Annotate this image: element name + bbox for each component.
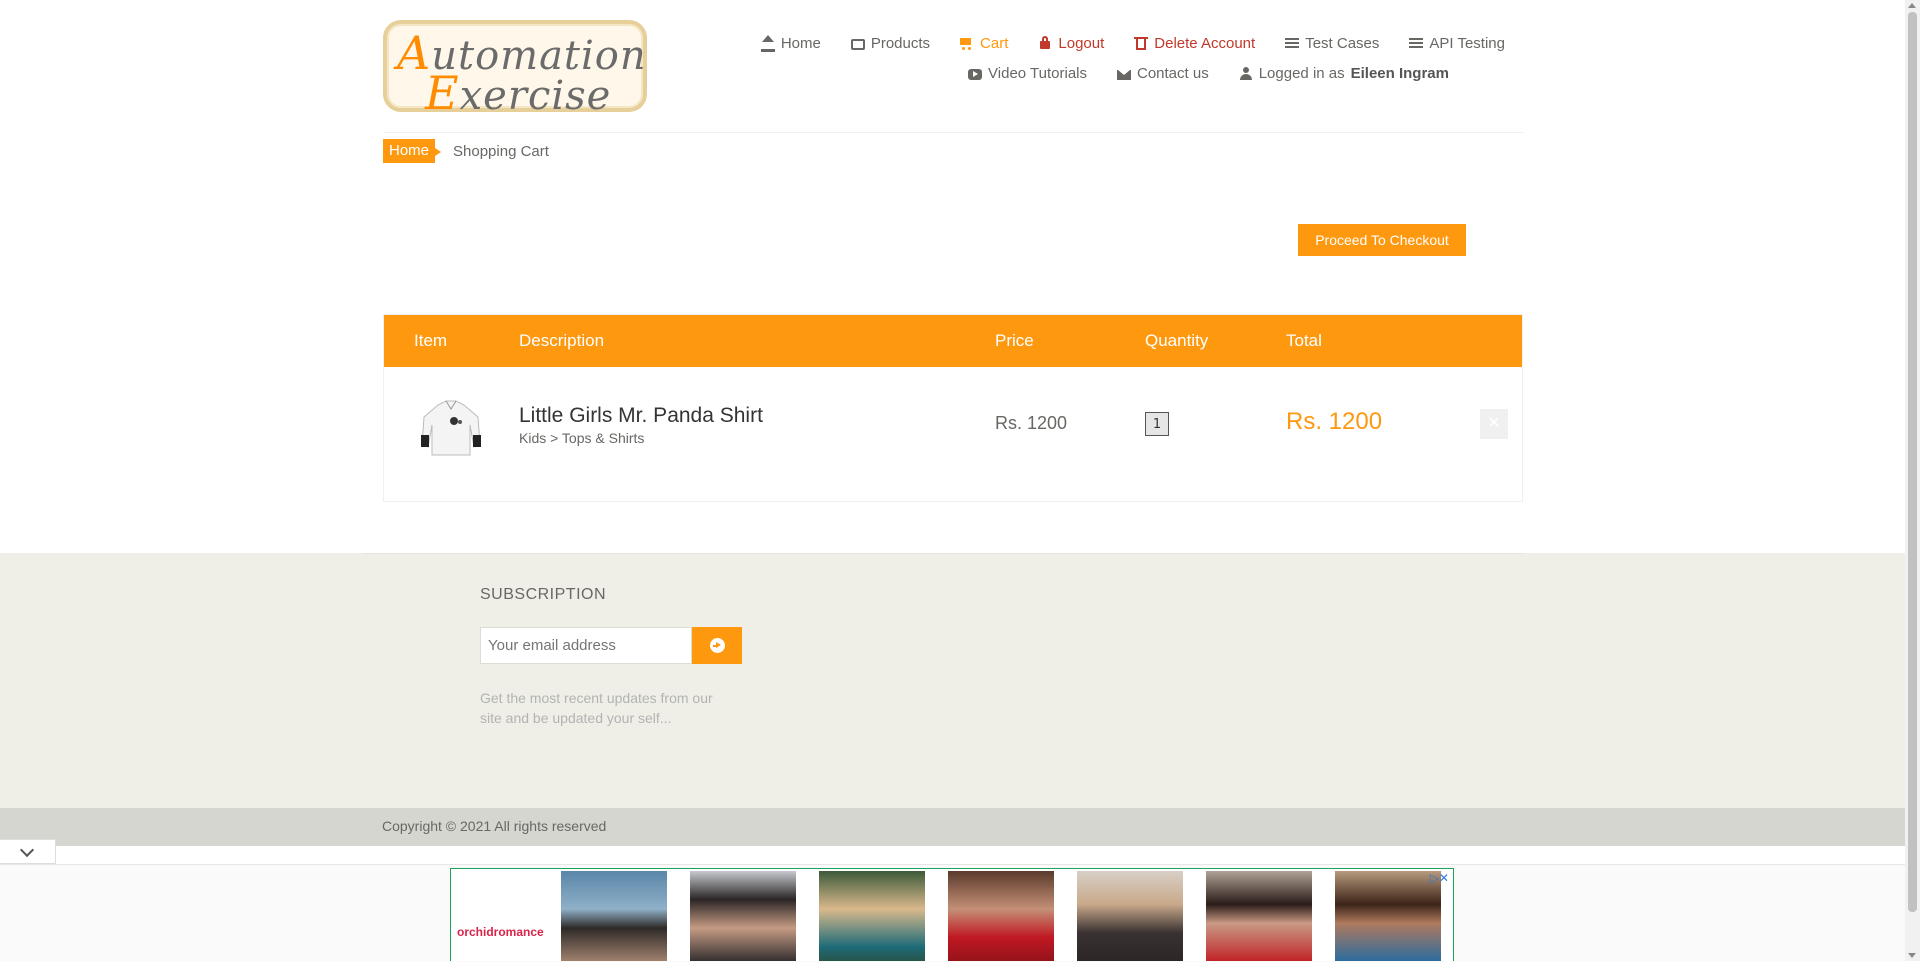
product-total: Rs. 1200	[1286, 408, 1383, 435]
envelope-icon	[1117, 69, 1131, 80]
subscription-email-input[interactable]	[480, 627, 692, 664]
section-divider	[363, 553, 1523, 554]
product-category: Kids > Tops & Shirts	[519, 430, 645, 446]
footer-bottom	[0, 808, 1905, 846]
lock-icon	[1038, 36, 1052, 50]
delete-item-button[interactable]: ✕	[1480, 409, 1508, 439]
box-icon	[850, 39, 865, 50]
nav-delete-account-label: Delete Account	[1154, 34, 1256, 52]
proceed-to-checkout-button[interactable]: Proceed To Checkout	[1298, 224, 1466, 256]
breadcrumb-current: Shopping Cart	[453, 142, 549, 160]
product-quantity: 1	[1145, 412, 1169, 436]
subscription-description: Get the most recent updates from our sit…	[480, 690, 713, 726]
breadcrumb: Home Shopping Cart	[383, 138, 1523, 164]
breadcrumb-home[interactable]: Home	[383, 139, 442, 163]
product-price: Rs. 1200	[995, 413, 1068, 433]
nav-test-cases-label: Test Cases	[1305, 34, 1380, 52]
ad-photo[interactable]	[1335, 871, 1441, 961]
nav-products-label: Products	[870, 34, 931, 52]
nav-cart[interactable]: Cart	[960, 35, 1008, 52]
nav-contact-us-label: Contact us	[1137, 64, 1209, 82]
scroll-down-icon[interactable]	[1908, 953, 1916, 958]
user-icon	[1239, 66, 1253, 80]
subscription-section	[0, 553, 1905, 808]
nav-row-1: Home Products Cart Logout Delete Account…	[705, 28, 1505, 58]
play-icon	[968, 68, 983, 80]
logo-text-2: xercise	[459, 73, 612, 119]
cart-table: Item Description Price Quantity Total Li…	[383, 314, 1523, 502]
main-nav: Home Products Cart Logout Delete Account…	[705, 28, 1505, 88]
nav-contact-us[interactable]: Contact us	[1117, 65, 1209, 82]
nav-home[interactable]: Home	[760, 34, 821, 52]
nav-delete-account[interactable]: Delete Account	[1134, 35, 1255, 52]
site-header: Automation Exercise Home Products Cart L…	[383, 0, 1523, 133]
cart-table-header: Item Description Price Quantity Total	[384, 315, 1522, 367]
cart-row: Little Girls Mr. Panda Shirt Kids > Tops…	[384, 367, 1522, 501]
nav-video-tutorials-label: Video Tutorials	[988, 64, 1087, 82]
nav-logout-label: Logout	[1058, 34, 1105, 52]
header-quantity: Quantity	[1145, 331, 1209, 350]
header-price: Price	[995, 331, 1034, 350]
nav-row-2: Video Tutorials Contact us Logged in as E…	[705, 58, 1505, 88]
header-total: Total	[1286, 331, 1322, 350]
list-icon	[1409, 36, 1424, 50]
copyright-text: Copyright © 2021 All rights reserved	[382, 818, 607, 834]
trash-icon	[1134, 36, 1149, 50]
ad-collapse-button[interactable]	[0, 839, 56, 864]
nav-video-tutorials[interactable]: Video Tutorials	[968, 65, 1087, 82]
nav-test-cases[interactable]: Test Cases	[1285, 35, 1379, 52]
ad-photo[interactable]	[690, 871, 796, 961]
site-logo[interactable]: Automation Exercise	[383, 20, 647, 120]
advertisement-banner[interactable]: orchidromance ▷✕	[450, 868, 1454, 961]
ad-photo[interactable]	[948, 871, 1054, 961]
logo-cap-e: E	[425, 66, 460, 120]
logged-in-username: Eileen Ingram	[1350, 64, 1449, 82]
product-image[interactable]	[416, 395, 486, 465]
nav-logged-in-user[interactable]: Logged in as Eileen Ingram	[1239, 65, 1449, 82]
ad-brand: orchidromance	[457, 925, 544, 939]
nav-products[interactable]: Products	[850, 34, 931, 52]
nav-logout[interactable]: Logout	[1038, 35, 1104, 52]
nav-cart-label: Cart	[980, 34, 1009, 52]
times-icon: ✕	[1487, 415, 1501, 432]
product-name[interactable]: Little Girls Mr. Panda Shirt	[519, 404, 763, 428]
home-icon	[760, 34, 775, 52]
scrollbar-thumb[interactable]	[1908, 12, 1917, 912]
scroll-up-icon[interactable]	[1908, 3, 1916, 8]
ad-photo[interactable]	[819, 871, 925, 961]
nav-api-testing-label: API Testing	[1429, 34, 1505, 52]
logged-in-prefix: Logged in as	[1258, 64, 1345, 82]
header-item: Item	[414, 331, 448, 350]
ad-photo[interactable]	[1077, 871, 1183, 961]
list-icon	[1285, 36, 1300, 50]
ad-photo[interactable]	[561, 871, 667, 961]
subscription-title: SUBSCRIPTION	[480, 586, 607, 603]
nav-api-testing[interactable]: API Testing	[1409, 35, 1505, 52]
page-scrollbar[interactable]	[1905, 0, 1920, 961]
ad-close-icon[interactable]: ▷✕	[1430, 871, 1449, 885]
arrow-circle-right-icon	[710, 638, 725, 653]
cart-icon	[960, 36, 974, 50]
ad-photo[interactable]	[1206, 871, 1312, 961]
nav-home-label: Home	[780, 34, 821, 52]
subscribe-button[interactable]	[692, 627, 742, 664]
header-description: Description	[519, 331, 605, 350]
